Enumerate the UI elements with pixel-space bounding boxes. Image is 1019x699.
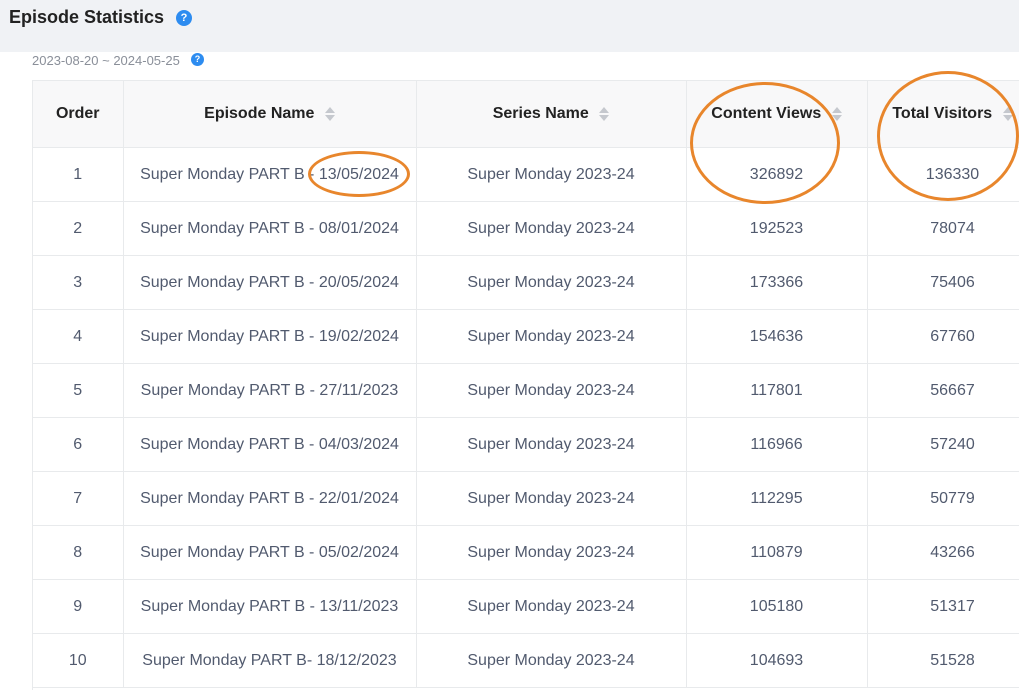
cell-content-views: 112295 [686,471,868,526]
cell-order: 7 [33,471,124,526]
cell-total-visitors: 136330 [867,147,1019,202]
page-title: Episode Statistics [9,7,165,27]
cell-total-visitors: 75406 [867,255,1019,310]
sort-icon[interactable] [324,106,335,122]
cell-order: 5 [33,363,124,418]
table-header-row: Order Episode Name Series Name Content V… [33,80,1019,148]
cell-series-name: Super Monday 2023-24 [416,309,687,364]
column-header-label: Order [55,105,100,122]
column-header-content-views[interactable]: Content Views [686,80,868,148]
episode-stats-table: Order Episode Name Series Name Content V… [33,80,1019,688]
cell-episode-name: Super Monday PART B - 22/01/2024 [123,471,417,526]
table-row: 2 Super Monday PART B - 08/01/2024 Super… [33,201,1019,256]
cell-content-views: 192523 [686,201,868,256]
cell-total-visitors: 57240 [867,417,1019,472]
sort-icon[interactable] [1002,106,1013,122]
cell-episode-name: Super Monday PART B - 19/02/2024 [123,309,417,364]
cell-series-name: Super Monday 2023-24 [416,417,687,472]
column-header-series-name[interactable]: Series Name [416,80,687,148]
cell-total-visitors: 51528 [867,633,1019,688]
cell-order: 1 [33,147,124,202]
cell-content-views: 105180 [686,579,868,634]
cell-total-visitors: 43266 [867,525,1019,580]
table-row: 7 Super Monday PART B - 22/01/2024 Super… [33,471,1019,526]
cell-episode-name: Super Monday PART B- 18/12/2023 [123,633,417,688]
cell-total-visitors: 78074 [867,201,1019,256]
cell-content-views: 173366 [686,255,868,310]
column-header-label: Series Name [492,105,589,122]
cell-series-name: Super Monday 2023-24 [416,147,687,202]
table-row: 5 Super Monday PART B - 27/11/2023 Super… [33,363,1019,418]
cell-total-visitors: 67760 [867,309,1019,364]
cell-episode-name: Super Monday PART B - 27/11/2023 [123,363,417,418]
cell-series-name: Super Monday 2023-24 [416,579,687,634]
column-header-episode-name[interactable]: Episode Name [123,80,417,148]
cell-total-visitors: 50779 [867,471,1019,526]
cell-content-views: 154636 [686,309,868,364]
cell-order: 3 [33,255,124,310]
cell-series-name: Super Monday 2023-24 [416,471,687,526]
cell-episode-name: Super Monday PART B - 13/05/2024 [123,147,417,202]
cell-order: 6 [33,417,124,472]
cell-series-name: Super Monday 2023-24 [416,525,687,580]
cell-episode-name: Super Monday PART B - 04/03/2024 [123,417,417,472]
table-row: 1 Super Monday PART B - 13/05/2024 Super… [33,147,1019,202]
cell-order: 4 [33,309,124,364]
column-header-label: Content Views [711,105,822,122]
sort-icon[interactable] [831,106,842,122]
table-row: 10 Super Monday PART B- 18/12/2023 Super… [33,633,1019,688]
title-help-icon[interactable]: ? [176,10,192,26]
cell-episode-name: Super Monday PART B - 20/05/2024 [123,255,417,310]
cell-episode-name: Super Monday PART B - 13/11/2023 [123,579,417,634]
cell-content-views: 117801 [686,363,868,418]
cell-order: 9 [33,579,124,634]
column-header-label: Total Visitors [892,105,993,122]
table-row: 9 Super Monday PART B - 13/11/2023 Super… [33,579,1019,634]
cell-content-views: 110879 [686,525,868,580]
cell-total-visitors: 56667 [867,363,1019,418]
episode-stats-table-container: Order Episode Name Series Name Content V… [32,80,1019,690]
table-row: 6 Super Monday PART B - 04/03/2024 Super… [33,417,1019,472]
cell-episode-name: Super Monday PART B - 05/02/2024 [123,525,417,580]
table-row: 8 Super Monday PART B - 05/02/2024 Super… [33,525,1019,580]
cell-content-views: 104693 [686,633,868,688]
column-header-label: Episode Name [204,105,315,122]
column-header-total-visitors[interactable]: Total Visitors [867,80,1019,148]
cell-content-views: 326892 [686,147,868,202]
cell-order: 10 [33,633,124,688]
table-row: 3 Super Monday PART B - 20/05/2024 Super… [33,255,1019,310]
cell-order: 8 [33,525,124,580]
cell-series-name: Super Monday 2023-24 [416,363,687,418]
date-range-label: 2023-08-20 ~ 2024-05-25 [32,53,180,68]
column-header-order: Order [33,80,124,148]
cell-episode-name: Super Monday PART B - 08/01/2024 [123,201,417,256]
cell-series-name: Super Monday 2023-24 [416,201,687,256]
date-range-help-icon[interactable]: ? [191,53,204,66]
cell-order: 2 [33,201,124,256]
cell-series-name: Super Monday 2023-24 [416,255,687,310]
cell-total-visitors: 51317 [867,579,1019,634]
cell-series-name: Super Monday 2023-24 [416,633,687,688]
cell-content-views: 116966 [686,417,868,472]
table-row: 4 Super Monday PART B - 19/02/2024 Super… [33,309,1019,364]
sort-icon[interactable] [599,106,610,122]
